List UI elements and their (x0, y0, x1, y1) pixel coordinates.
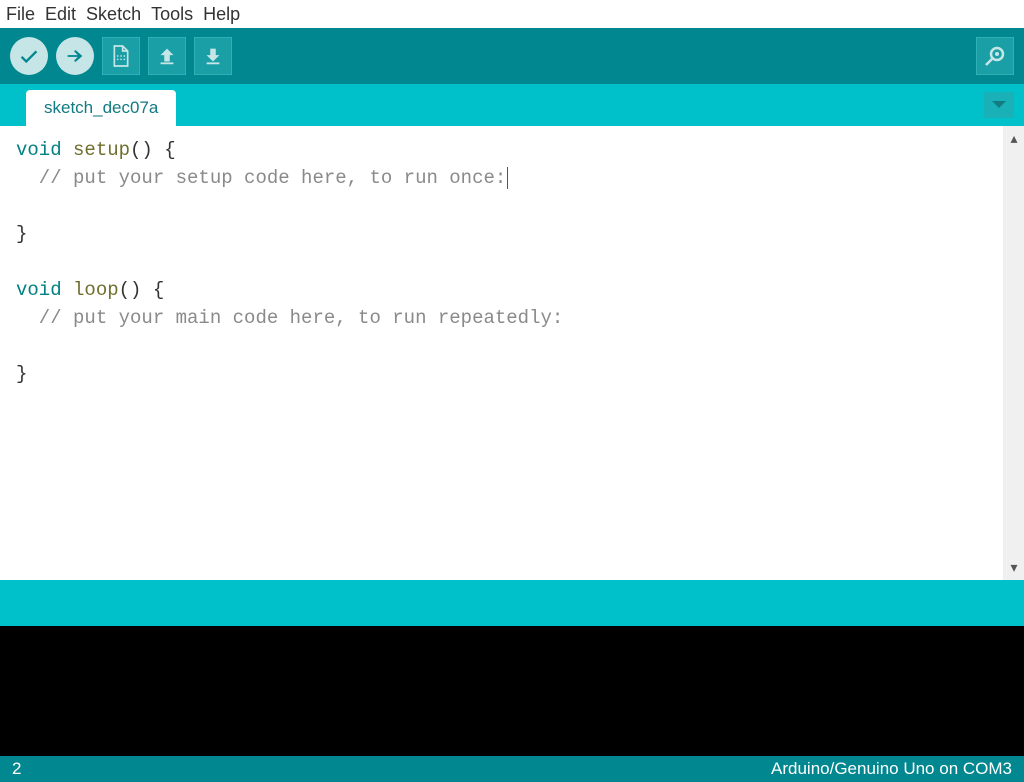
arrow-right-icon (64, 45, 86, 67)
toolbar (0, 28, 1024, 84)
menu-file[interactable]: File (6, 4, 35, 25)
status-strip (0, 580, 1024, 626)
tab-bar: sketch_dec07a (0, 84, 1024, 126)
console-output (0, 626, 1024, 756)
menu-tools[interactable]: Tools (151, 4, 193, 25)
arrow-down-icon (202, 45, 224, 67)
arrow-up-icon (156, 45, 178, 67)
tab-sketch[interactable]: sketch_dec07a (26, 90, 176, 126)
editor-area: void setup() { // put your setup code he… (0, 126, 1024, 580)
menu-edit[interactable]: Edit (45, 4, 76, 25)
vertical-scrollbar[interactable]: ▴ ▾ (1003, 126, 1024, 580)
keyword: void (16, 139, 62, 161)
board-port-label: Arduino/Genuino Uno on COM3 (771, 759, 1012, 779)
chevron-down-icon (991, 99, 1007, 111)
new-file-icon (111, 44, 131, 68)
open-button[interactable] (148, 37, 186, 75)
code-text: () { (130, 139, 176, 161)
function-name: loop (62, 279, 119, 301)
save-button[interactable] (194, 37, 232, 75)
menu-bar: File Edit Sketch Tools Help (0, 0, 1024, 28)
tab-menu-button[interactable] (984, 92, 1014, 118)
line-number: 2 (12, 759, 21, 779)
code-text: } (16, 363, 27, 385)
footer-bar: 2 Arduino/Genuino Uno on COM3 (0, 756, 1024, 782)
code-text: () { (119, 279, 165, 301)
new-button[interactable] (102, 37, 140, 75)
keyword: void (16, 279, 62, 301)
text-cursor (507, 167, 508, 189)
code-text: } (16, 223, 27, 245)
function-name: setup (62, 139, 130, 161)
comment: // put your setup code here, to run once… (16, 167, 506, 189)
serial-monitor-button[interactable] (976, 37, 1014, 75)
menu-help[interactable]: Help (203, 4, 240, 25)
scroll-up-icon[interactable]: ▴ (1010, 126, 1017, 151)
scroll-down-icon[interactable]: ▾ (1010, 555, 1017, 580)
menu-sketch[interactable]: Sketch (86, 4, 141, 25)
comment: // put your main code here, to run repea… (16, 307, 563, 329)
magnifier-icon (983, 44, 1007, 68)
upload-button[interactable] (56, 37, 94, 75)
verify-button[interactable] (10, 37, 48, 75)
code-editor[interactable]: void setup() { // put your setup code he… (0, 126, 1003, 580)
check-icon (18, 45, 40, 67)
